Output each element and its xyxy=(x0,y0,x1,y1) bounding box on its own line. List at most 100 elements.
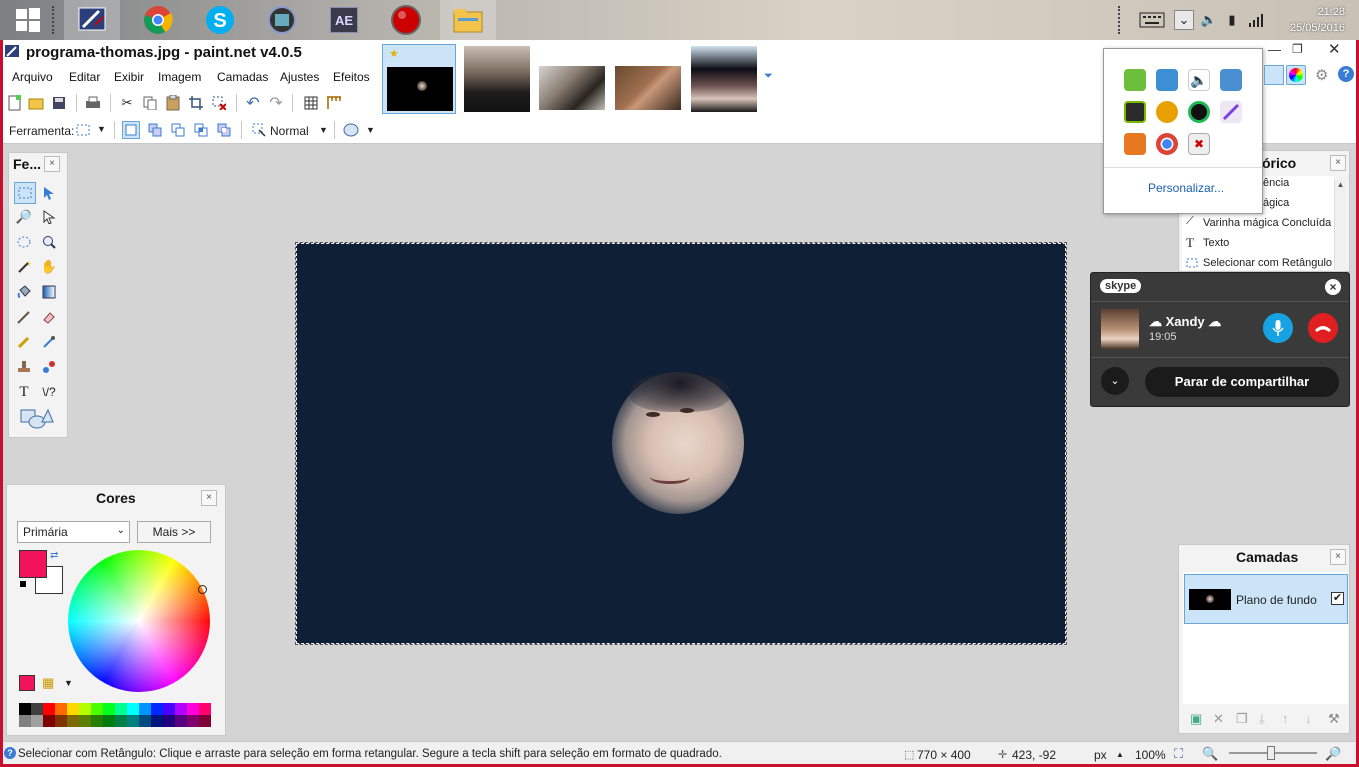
grid-icon[interactable] xyxy=(302,94,320,112)
zoom-icon[interactable] xyxy=(40,233,58,251)
show-hidden-icons-icon[interactable]: ⌄ xyxy=(1174,10,1194,30)
menu-imagem[interactable]: Imagem xyxy=(158,70,201,84)
redo-icon[interactable]: ↷ xyxy=(267,94,285,112)
duplicate-layer-icon[interactable]: ❐ xyxy=(1236,711,1248,727)
color-wheel[interactable] xyxy=(68,550,210,692)
zoom-out-icon[interactable]: 🔍 xyxy=(1202,746,1218,762)
selection-mode-dropdown-icon[interactable]: ▼ xyxy=(319,125,328,135)
clone-stamp-icon[interactable] xyxy=(15,358,33,376)
pan-icon[interactable]: ✋ xyxy=(40,258,58,276)
palette-dropdown-icon[interactable]: ▼ xyxy=(64,678,73,688)
tray-volume-icon[interactable]: 🔈 xyxy=(1188,69,1210,91)
reset-colors-icon[interactable] xyxy=(19,580,27,588)
deselect-icon[interactable] xyxy=(210,94,228,112)
volume-icon[interactable]: 🔈 xyxy=(1199,10,1219,30)
text-tool-icon[interactable]: T xyxy=(15,383,33,401)
palette-swatch[interactable] xyxy=(19,715,31,727)
power-icon[interactable]: ▮ xyxy=(1222,10,1242,30)
tray-alert-icon[interactable]: ✖ xyxy=(1188,133,1210,155)
undo-icon[interactable]: ↶ xyxy=(244,94,262,112)
windows-start-icon[interactable] xyxy=(0,0,56,40)
layer-properties-icon[interactable]: ⚒ xyxy=(1328,711,1340,727)
palette-swatch[interactable] xyxy=(175,715,187,727)
menu-exibir[interactable]: Exibir xyxy=(114,70,144,84)
selection-mode-exclude-icon[interactable] xyxy=(169,121,187,139)
palette-swatch[interactable] xyxy=(175,703,187,715)
history-item[interactable]: Selecionar com Retângulo xyxy=(1203,257,1332,269)
paintbrush-icon[interactable] xyxy=(15,308,33,326)
menu-efeitos[interactable]: Efeitos xyxy=(333,70,370,84)
image-tab-3[interactable] xyxy=(535,44,609,114)
recolor-icon[interactable] xyxy=(40,358,58,376)
tool-dropdown-icon[interactable]: ▼ xyxy=(97,124,106,134)
palette-swatch[interactable] xyxy=(115,715,127,727)
palette-swatch[interactable] xyxy=(19,703,31,715)
new-file-icon[interactable] xyxy=(6,94,24,112)
magic-wand-icon[interactable] xyxy=(15,258,33,276)
tray-app-blue-icon[interactable] xyxy=(1156,69,1178,91)
move-selected-icon[interactable] xyxy=(40,184,58,202)
palette-swatch[interactable] xyxy=(115,703,127,715)
keyboard-icon[interactable] xyxy=(1138,10,1166,30)
more-colors-button[interactable]: Mais >> xyxy=(137,521,211,543)
color-palette[interactable] xyxy=(19,703,211,727)
expand-chevron-icon[interactable]: ⌄ xyxy=(1101,367,1129,395)
zoom-level[interactable]: 100% xyxy=(1135,748,1166,762)
selection-mode-intersect-icon[interactable] xyxy=(192,121,210,139)
palette-swatch[interactable] xyxy=(199,703,211,715)
lasso-select-icon[interactable]: 🔎 xyxy=(15,208,33,226)
palette-swatch[interactable] xyxy=(79,703,91,715)
units-dropdown-icon[interactable]: ▲ xyxy=(1116,750,1124,759)
palette-swatch[interactable] xyxy=(55,703,67,715)
units-select[interactable]: px xyxy=(1094,748,1107,762)
history-item[interactable]: Varinha mágica Concluída xyxy=(1203,217,1331,229)
save-icon[interactable] xyxy=(50,94,68,112)
eraser-icon[interactable] xyxy=(40,308,58,326)
restore-icon[interactable]: ❐ xyxy=(1292,42,1303,56)
layers-panel-close-button[interactable]: × xyxy=(1330,549,1346,565)
move-selection-icon[interactable] xyxy=(40,208,58,226)
antialiasing-icon[interactable] xyxy=(342,121,360,139)
color-wheel-handle[interactable] xyxy=(198,585,207,594)
paint-net-icon[interactable] xyxy=(64,0,120,40)
image-list-dropdown-icon[interactable]: ⏷ xyxy=(764,70,773,83)
zoom-to-window-icon[interactable]: ⛶ xyxy=(1174,746,1183,762)
end-call-button[interactable] xyxy=(1308,313,1338,343)
swap-colors-icon[interactable]: ⇄ xyxy=(50,550,58,561)
crop-icon[interactable] xyxy=(187,94,205,112)
palette-swatch[interactable] xyxy=(43,715,55,727)
clock[interactable]: 21:28 25/05/2016 xyxy=(1290,4,1345,36)
layer-row[interactable]: Plano de fundo ✔ xyxy=(1184,574,1348,624)
move-layer-down-icon[interactable]: ↓ xyxy=(1305,711,1312,726)
colors-panel-close-button[interactable]: × xyxy=(201,490,217,506)
image-tab-4[interactable] xyxy=(611,44,685,114)
palette-swatch[interactable] xyxy=(163,703,175,715)
scroll-up-icon[interactable]: ▲ xyxy=(1335,180,1346,189)
open-file-icon[interactable] xyxy=(27,94,45,112)
minimize-icon[interactable]: — xyxy=(1268,42,1281,57)
image-tab-5[interactable] xyxy=(687,44,761,114)
menu-ajustes[interactable]: Ajustes xyxy=(280,70,319,84)
menu-camadas[interactable]: Camadas xyxy=(217,70,268,84)
network-icon[interactable] xyxy=(1246,10,1266,30)
after-effects-icon[interactable]: AE xyxy=(316,0,372,40)
tray-pen-icon[interactable] xyxy=(1220,101,1242,123)
help-icon[interactable]: ? xyxy=(1338,66,1354,82)
antialiasing-dropdown-icon[interactable]: ▼ xyxy=(366,125,375,135)
zoom-slider-handle[interactable] xyxy=(1267,746,1275,760)
palette-swatch[interactable] xyxy=(127,715,139,727)
tray-network-icon[interactable] xyxy=(1220,69,1242,91)
selection-mode-xor-icon[interactable] xyxy=(215,121,233,139)
palette-swatch[interactable] xyxy=(151,715,163,727)
selection-mode-label[interactable]: Normal xyxy=(270,124,309,138)
selection-mode-replace-icon[interactable] xyxy=(122,121,140,139)
history-panel-close-button[interactable]: × xyxy=(1330,155,1346,171)
stop-sharing-button[interactable]: Parar de compartilhar xyxy=(1145,367,1339,397)
palette-menu-icon[interactable]: ▦ xyxy=(42,675,54,691)
customize-link[interactable]: Personalizar... xyxy=(1148,181,1224,195)
palette-swatch[interactable] xyxy=(55,715,67,727)
image-tab-programa-thomas[interactable]: ★ xyxy=(382,44,456,114)
selection-mode-union-icon[interactable] xyxy=(146,121,164,139)
video-icon[interactable] xyxy=(254,0,310,40)
color-mode-select[interactable]: Primária ⌄ xyxy=(17,521,130,543)
